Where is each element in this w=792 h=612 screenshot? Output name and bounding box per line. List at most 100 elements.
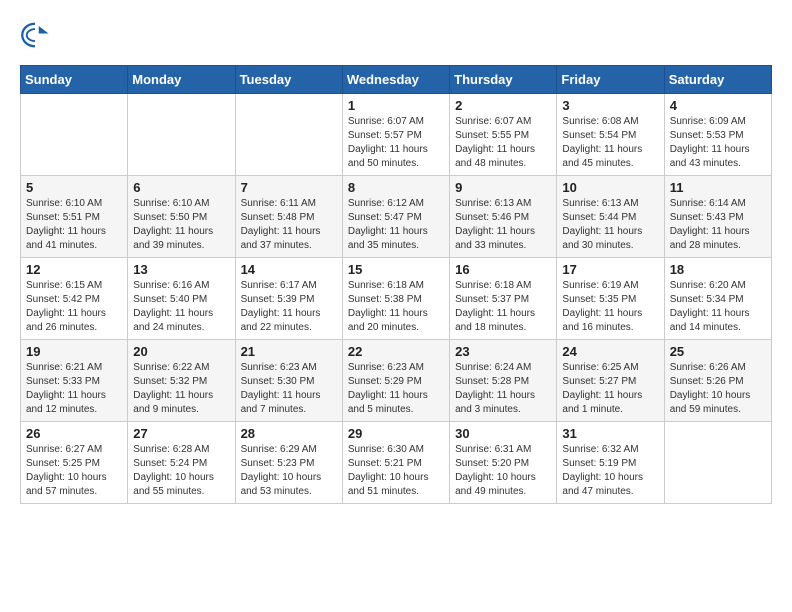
calendar-cell: 29 Sunrise: 6:30 AM Sunset: 5:21 PM Dayli… (342, 422, 449, 504)
calendar-cell: 24 Sunrise: 6:25 AM Sunset: 5:27 PM Dayli… (557, 340, 664, 422)
day-number: 16 (455, 262, 551, 277)
calendar-cell: 28 Sunrise: 6:29 AM Sunset: 5:23 PM Dayli… (235, 422, 342, 504)
day-info: Sunrise: 6:11 AM Sunset: 5:48 PM Dayligh… (241, 197, 337, 253)
day-info: Sunrise: 6:14 AM Sunset: 5:43 PM Dayligh… (670, 197, 766, 253)
calendar-cell: 23 Sunrise: 6:24 AM Sunset: 5:28 PM Dayli… (450, 340, 557, 422)
calendar-week: 19 Sunrise: 6:21 AM Sunset: 5:33 PM Dayli… (21, 340, 772, 422)
day-number: 24 (562, 344, 658, 359)
day-number: 27 (133, 426, 229, 441)
day-number: 3 (562, 98, 658, 113)
calendar-cell: 12 Sunrise: 6:15 AM Sunset: 5:42 PM Dayli… (21, 258, 128, 340)
page-header (20, 20, 772, 50)
day-info: Sunrise: 6:32 AM Sunset: 5:19 PM Dayligh… (562, 443, 658, 499)
weekday-header: Thursday (450, 66, 557, 94)
day-number: 9 (455, 180, 551, 195)
day-info: Sunrise: 6:12 AM Sunset: 5:47 PM Dayligh… (348, 197, 444, 253)
day-info: Sunrise: 6:23 AM Sunset: 5:29 PM Dayligh… (348, 361, 444, 417)
calendar-cell (664, 422, 771, 504)
calendar-header: SundayMondayTuesdayWednesdayThursdayFrid… (21, 66, 772, 94)
day-info: Sunrise: 6:25 AM Sunset: 5:27 PM Dayligh… (562, 361, 658, 417)
calendar-cell: 20 Sunrise: 6:22 AM Sunset: 5:32 PM Dayli… (128, 340, 235, 422)
calendar-week: 12 Sunrise: 6:15 AM Sunset: 5:42 PM Dayli… (21, 258, 772, 340)
day-info: Sunrise: 6:22 AM Sunset: 5:32 PM Dayligh… (133, 361, 229, 417)
logo (20, 20, 54, 50)
calendar-cell (235, 94, 342, 176)
weekday-header: Tuesday (235, 66, 342, 94)
day-number: 8 (348, 180, 444, 195)
day-number: 18 (670, 262, 766, 277)
day-number: 25 (670, 344, 766, 359)
day-number: 14 (241, 262, 337, 277)
day-info: Sunrise: 6:30 AM Sunset: 5:21 PM Dayligh… (348, 443, 444, 499)
day-number: 26 (26, 426, 122, 441)
day-info: Sunrise: 6:09 AM Sunset: 5:53 PM Dayligh… (670, 115, 766, 171)
day-info: Sunrise: 6:15 AM Sunset: 5:42 PM Dayligh… (26, 279, 122, 335)
weekday-header: Friday (557, 66, 664, 94)
calendar-cell: 26Sunrise: 6:27 AM Sunset: 5:25 PM Dayli… (21, 422, 128, 504)
calendar-cell: 10 Sunrise: 6:13 AM Sunset: 5:44 PM Dayli… (557, 176, 664, 258)
calendar-cell: 15 Sunrise: 6:18 AM Sunset: 5:38 PM Dayli… (342, 258, 449, 340)
weekday-header: Saturday (664, 66, 771, 94)
day-info: Sunrise: 6:08 AM Sunset: 5:54 PM Dayligh… (562, 115, 658, 171)
day-info: Sunrise: 6:26 AM Sunset: 5:26 PM Dayligh… (670, 361, 766, 417)
logo-icon (20, 20, 50, 50)
day-info: Sunrise: 6:19 AM Sunset: 5:35 PM Dayligh… (562, 279, 658, 335)
calendar-cell: 14 Sunrise: 6:17 AM Sunset: 5:39 PM Dayli… (235, 258, 342, 340)
calendar-week: 26Sunrise: 6:27 AM Sunset: 5:25 PM Dayli… (21, 422, 772, 504)
calendar-cell: 5Sunrise: 6:10 AM Sunset: 5:51 PM Daylig… (21, 176, 128, 258)
day-info: Sunrise: 6:20 AM Sunset: 5:34 PM Dayligh… (670, 279, 766, 335)
day-info: Sunrise: 6:13 AM Sunset: 5:46 PM Dayligh… (455, 197, 551, 253)
calendar-cell: 25 Sunrise: 6:26 AM Sunset: 5:26 PM Dayli… (664, 340, 771, 422)
calendar-cell: 3 Sunrise: 6:08 AM Sunset: 5:54 PM Daylig… (557, 94, 664, 176)
day-info: Sunrise: 6:21 AM Sunset: 5:33 PM Dayligh… (26, 361, 122, 417)
day-info: Sunrise: 6:07 AM Sunset: 5:55 PM Dayligh… (455, 115, 551, 171)
day-info: Sunrise: 6:24 AM Sunset: 5:28 PM Dayligh… (455, 361, 551, 417)
weekday-header: Monday (128, 66, 235, 94)
calendar-cell: 31Sunrise: 6:32 AM Sunset: 5:19 PM Dayli… (557, 422, 664, 504)
day-info: Sunrise: 6:07 AM Sunset: 5:57 PM Dayligh… (348, 115, 444, 171)
day-number: 22 (348, 344, 444, 359)
day-number: 12 (26, 262, 122, 277)
calendar-cell: 22 Sunrise: 6:23 AM Sunset: 5:29 PM Dayli… (342, 340, 449, 422)
day-number: 17 (562, 262, 658, 277)
calendar-cell: 1 Sunrise: 6:07 AM Sunset: 5:57 PM Daylig… (342, 94, 449, 176)
calendar-cell: 21 Sunrise: 6:23 AM Sunset: 5:30 PM Dayli… (235, 340, 342, 422)
weekday-header: Wednesday (342, 66, 449, 94)
day-number: 4 (670, 98, 766, 113)
calendar-cell: 17 Sunrise: 6:19 AM Sunset: 5:35 PM Dayli… (557, 258, 664, 340)
calendar-week: 1 Sunrise: 6:07 AM Sunset: 5:57 PM Daylig… (21, 94, 772, 176)
day-number: 6 (133, 180, 229, 195)
calendar-cell: 11 Sunrise: 6:14 AM Sunset: 5:43 PM Dayli… (664, 176, 771, 258)
day-number: 21 (241, 344, 337, 359)
day-number: 13 (133, 262, 229, 277)
calendar-cell: 6Sunrise: 6:10 AM Sunset: 5:50 PM Daylig… (128, 176, 235, 258)
calendar-cell: 8 Sunrise: 6:12 AM Sunset: 5:47 PM Daylig… (342, 176, 449, 258)
day-info: Sunrise: 6:31 AM Sunset: 5:20 PM Dayligh… (455, 443, 551, 499)
day-number: 10 (562, 180, 658, 195)
day-number: 15 (348, 262, 444, 277)
calendar-cell: 19 Sunrise: 6:21 AM Sunset: 5:33 PM Dayli… (21, 340, 128, 422)
day-info: Sunrise: 6:23 AM Sunset: 5:30 PM Dayligh… (241, 361, 337, 417)
calendar-cell: 9 Sunrise: 6:13 AM Sunset: 5:46 PM Daylig… (450, 176, 557, 258)
calendar-cell: 18 Sunrise: 6:20 AM Sunset: 5:34 PM Dayli… (664, 258, 771, 340)
day-info: Sunrise: 6:13 AM Sunset: 5:44 PM Dayligh… (562, 197, 658, 253)
day-info: Sunrise: 6:18 AM Sunset: 5:38 PM Dayligh… (348, 279, 444, 335)
day-info: Sunrise: 6:28 AM Sunset: 5:24 PM Dayligh… (133, 443, 229, 499)
day-info: Sunrise: 6:17 AM Sunset: 5:39 PM Dayligh… (241, 279, 337, 335)
day-number: 20 (133, 344, 229, 359)
day-info: Sunrise: 6:29 AM Sunset: 5:23 PM Dayligh… (241, 443, 337, 499)
day-number: 11 (670, 180, 766, 195)
calendar-cell: 7 Sunrise: 6:11 AM Sunset: 5:48 PM Daylig… (235, 176, 342, 258)
calendar-week: 5Sunrise: 6:10 AM Sunset: 5:51 PM Daylig… (21, 176, 772, 258)
calendar-cell (21, 94, 128, 176)
day-number: 1 (348, 98, 444, 113)
day-number: 7 (241, 180, 337, 195)
day-number: 23 (455, 344, 551, 359)
day-number: 30 (455, 426, 551, 441)
day-number: 5 (26, 180, 122, 195)
day-number: 28 (241, 426, 337, 441)
calendar: SundayMondayTuesdayWednesdayThursdayFrid… (20, 65, 772, 504)
calendar-cell: 27 Sunrise: 6:28 AM Sunset: 5:24 PM Dayli… (128, 422, 235, 504)
day-number: 29 (348, 426, 444, 441)
day-number: 19 (26, 344, 122, 359)
